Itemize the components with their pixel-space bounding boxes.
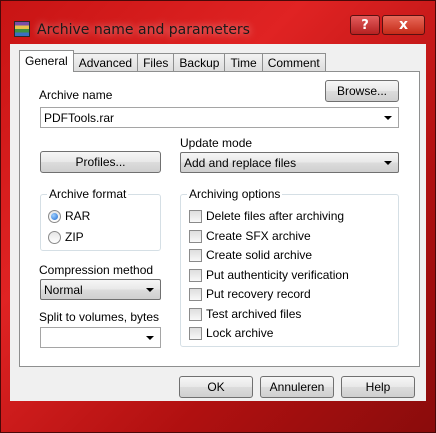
chevron-down-icon[interactable] (384, 161, 392, 165)
tab-files[interactable]: Files (137, 53, 175, 72)
option-lock-archive[interactable]: Lock archive (189, 326, 273, 340)
compression-method-label: Compression method (39, 263, 154, 277)
radio-zip-label: ZIP (65, 230, 84, 244)
option-authenticity[interactable]: Put authenticity verification (189, 268, 349, 282)
option-label: Put authenticity verification (206, 268, 349, 282)
checkbox[interactable] (189, 209, 202, 223)
help-button[interactable]: Help (341, 376, 415, 398)
profiles-button[interactable]: Profiles... (40, 151, 161, 173)
tab-general[interactable]: General (19, 50, 74, 72)
checkbox[interactable] (189, 248, 202, 262)
tab-backup[interactable]: Backup (173, 53, 226, 72)
chevron-down-icon[interactable] (384, 116, 392, 120)
archiving-options-title: Archiving options (187, 187, 283, 201)
general-panel: Archive name Browse... PDFTools.rar Upda… (19, 71, 420, 367)
tab-strip: General Advanced Files Backup Time Comme… (19, 50, 326, 72)
archive-name-label: Archive name (39, 88, 113, 102)
chevron-down-icon[interactable] (146, 288, 154, 292)
option-delete-files[interactable]: Delete files after archiving (189, 209, 344, 223)
title-help-button[interactable]: ? (350, 15, 380, 35)
update-mode-value: Add and replace files (184, 156, 297, 170)
dialog-window: Archive name and parameters ? x General … (0, 0, 436, 433)
radio-rar[interactable]: RAR (48, 209, 90, 223)
option-test-files[interactable]: Test archived files (189, 307, 301, 321)
option-label: Create solid archive (206, 248, 313, 262)
close-button[interactable]: x (382, 15, 425, 35)
compression-method-value: Normal (44, 283, 83, 297)
update-mode-select[interactable]: Add and replace files (180, 152, 399, 173)
radio-button[interactable] (48, 230, 61, 244)
compression-method-select[interactable]: Normal (40, 279, 161, 300)
checkbox[interactable] (189, 307, 202, 321)
ok-button[interactable]: OK (179, 376, 253, 398)
browse-button[interactable]: Browse... (325, 80, 399, 102)
option-label: Create SFX archive (206, 229, 311, 243)
archiving-options-group: Archiving options Delete files after arc… (180, 187, 399, 347)
radio-rar-label: RAR (65, 209, 91, 223)
option-label: Test archived files (206, 307, 302, 321)
archive-name-value: PDFTools.rar (44, 111, 115, 125)
chevron-down-icon[interactable] (146, 336, 154, 340)
option-label: Lock archive (206, 326, 274, 340)
update-mode-label: Update mode (180, 136, 253, 150)
archive-format-title: Archive format (47, 187, 129, 201)
tab-advanced[interactable]: Advanced (72, 53, 139, 72)
checkbox[interactable] (189, 287, 202, 301)
cancel-button[interactable]: Annuleren (260, 376, 334, 398)
split-volumes-label: Split to volumes, bytes (39, 310, 160, 324)
archive-format-group: Archive format RAR ZIP (40, 187, 161, 251)
archive-name-combo[interactable]: PDFTools.rar (40, 107, 399, 128)
option-solid-archive[interactable]: Create solid archive (189, 248, 312, 262)
tab-comment[interactable]: Comment (261, 53, 326, 72)
tab-time[interactable]: Time (224, 53, 263, 72)
checkbox[interactable] (189, 268, 202, 282)
winrar-icon (14, 21, 30, 37)
checkbox[interactable] (189, 229, 202, 243)
radio-zip[interactable]: ZIP (48, 230, 84, 244)
option-create-sfx[interactable]: Create SFX archive (189, 229, 311, 243)
dialog-client: General Advanced Files Backup Time Comme… (10, 44, 426, 401)
option-label: Put recovery record (206, 287, 311, 301)
window-title: Archive name and parameters (37, 22, 250, 38)
radio-button-selected[interactable] (48, 209, 61, 223)
option-recovery-record[interactable]: Put recovery record (189, 287, 311, 301)
title-bar[interactable]: Archive name and parameters ? x (1, 1, 436, 41)
option-label: Delete files after archiving (206, 209, 345, 223)
checkbox[interactable] (189, 326, 202, 340)
split-volumes-combo[interactable] (40, 327, 161, 348)
